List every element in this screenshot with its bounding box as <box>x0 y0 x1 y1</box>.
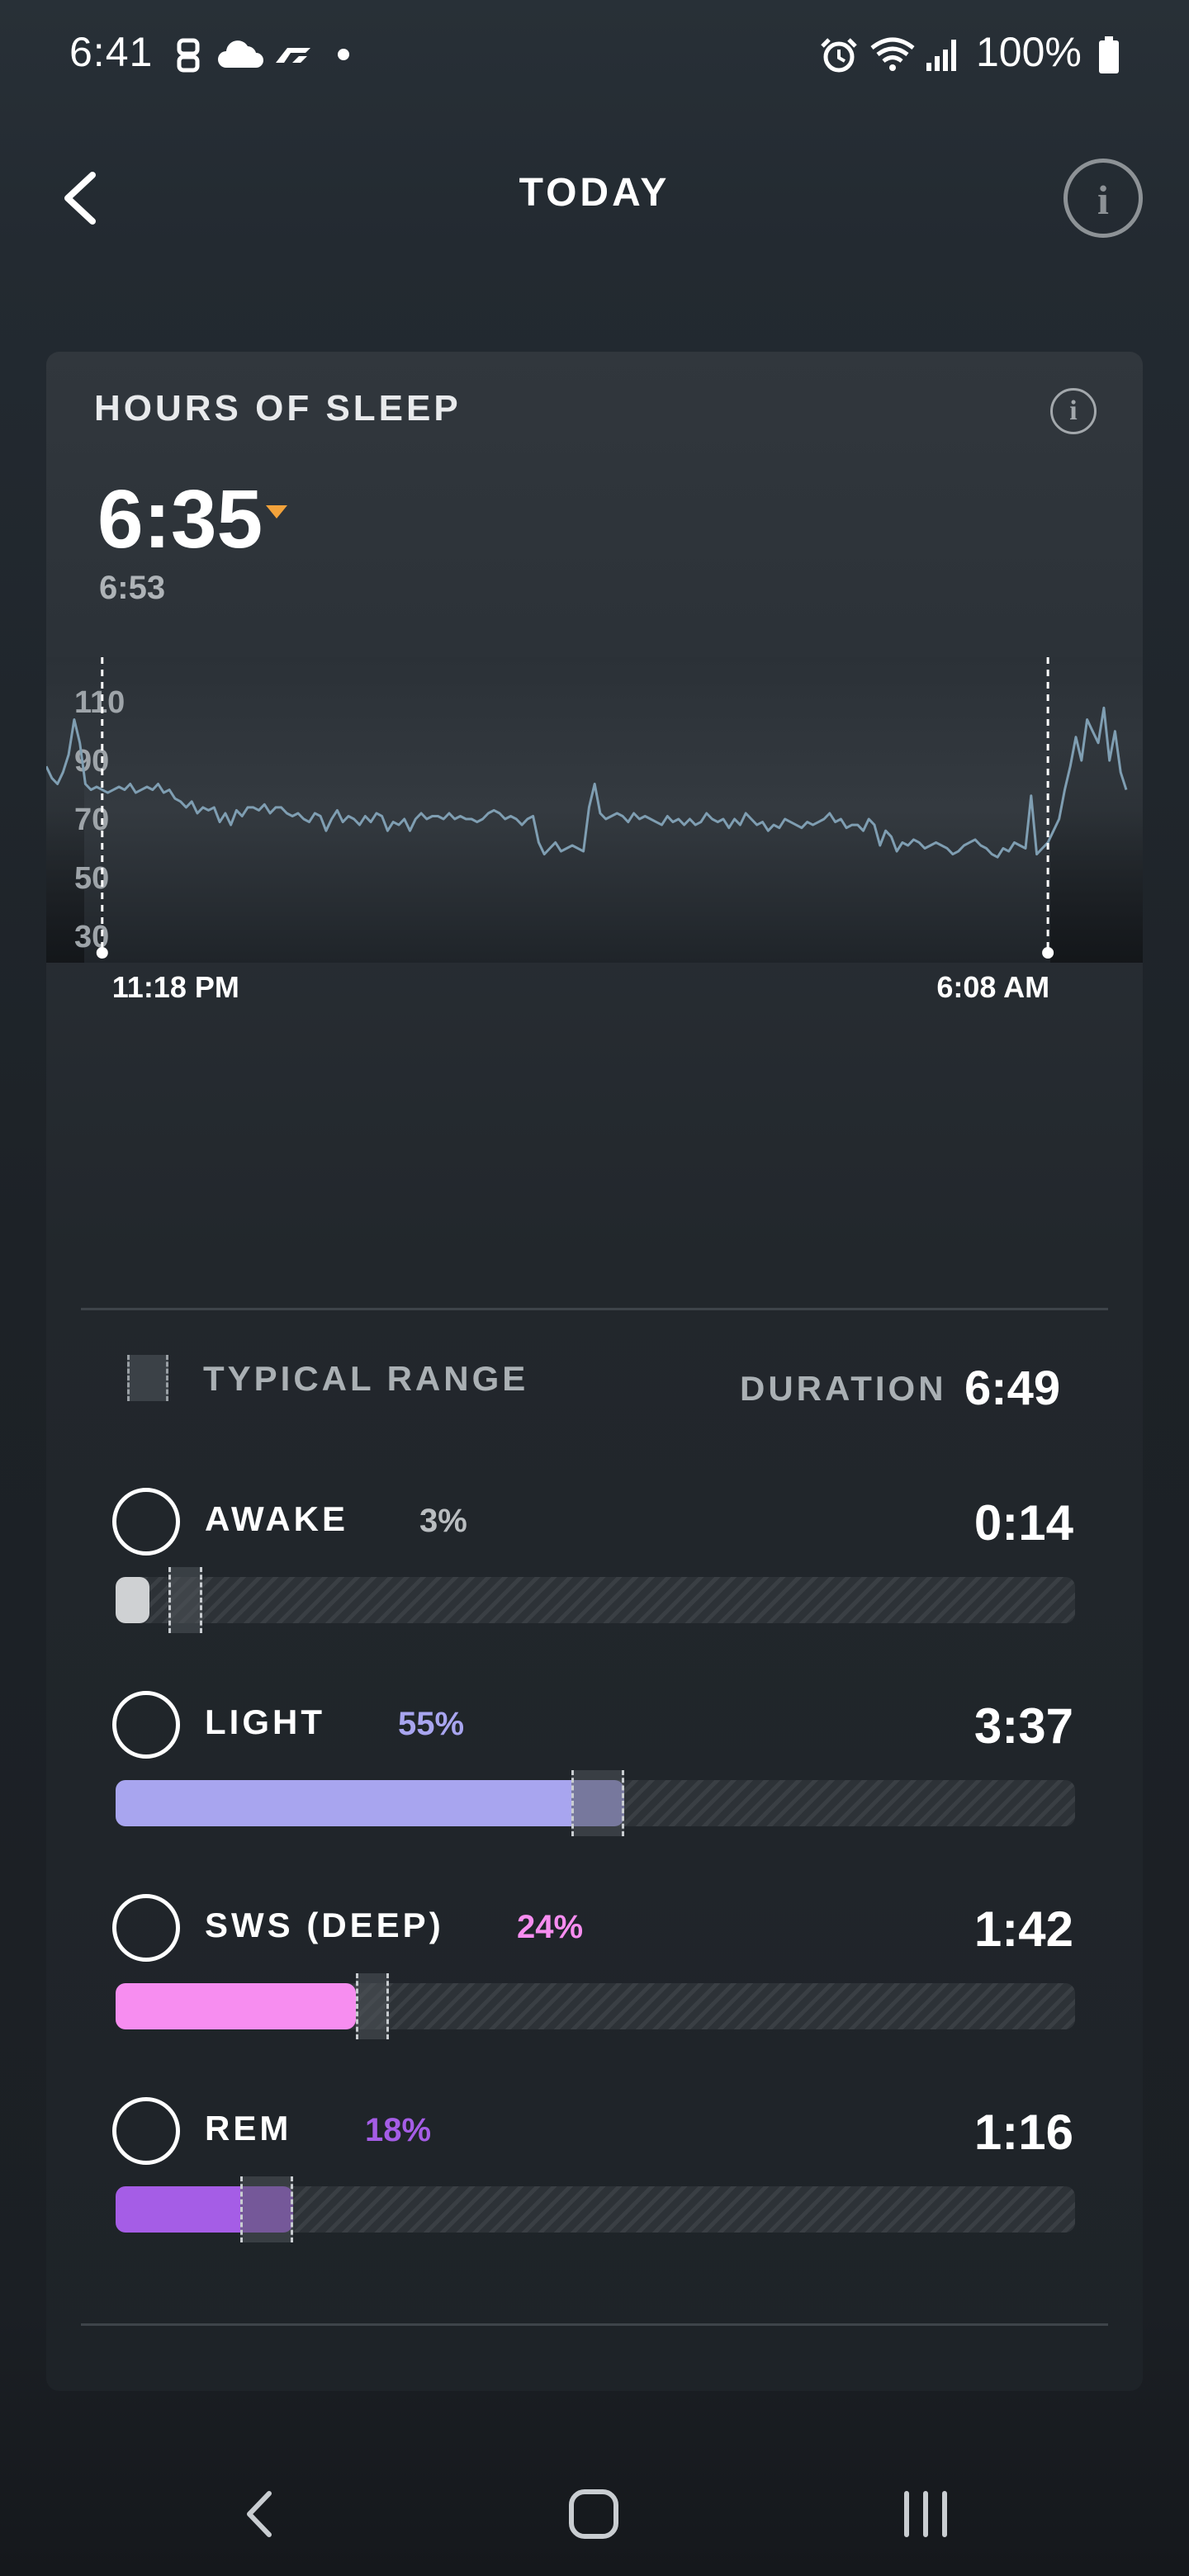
stage-bar-track <box>116 1770 1075 1836</box>
stage-name: AWAKE <box>205 1499 349 1538</box>
stage-row-awake: AWAKE 3% 0:14 <box>46 1488 1143 1653</box>
card-info-button[interactable]: i <box>1050 388 1097 434</box>
y-tick-label: 50 <box>74 861 109 896</box>
previous-sleep-value: 6:53 <box>99 570 166 606</box>
duration-value: 6:49 <box>964 1361 1061 1415</box>
stage-row-light: LIGHT 55% 3:37 <box>46 1691 1143 1856</box>
stage-radio[interactable] <box>112 1691 180 1759</box>
x-label-end: 6:08 AM <box>936 970 1049 1004</box>
duration-label: DURATION <box>740 1369 947 1408</box>
typical-range-swatch <box>127 1355 168 1401</box>
typical-range-marker <box>168 1567 202 1633</box>
sleep-hours-value: 6:35 <box>97 473 263 566</box>
stage-name: LIGHT <box>205 1702 325 1741</box>
nav-recents-icon <box>904 2491 947 2537</box>
page-title: TODAY <box>519 171 670 215</box>
stage-bar-track <box>116 1973 1075 2039</box>
stage-percent: 3% <box>419 1503 467 1539</box>
typical-range-marker <box>240 2176 293 2242</box>
chart-svg: 11090705030 11:18 PM 6:08 AM <box>46 657 1143 1004</box>
wifi-icon <box>870 37 915 71</box>
stage-radio[interactable] <box>112 1488 180 1556</box>
y-tick-label: 110 <box>74 685 125 720</box>
marker-dot <box>1042 947 1054 959</box>
heart-rate-chart: 110 90 70 50 30 11:18 PM 6:08 AM <box>46 657 1143 1012</box>
stage-name: REM <box>205 2109 292 2147</box>
nav-back-button[interactable] <box>225 2477 299 2551</box>
dot-icon <box>338 49 349 60</box>
y-tick-label: 70 <box>74 803 109 837</box>
typical-range-label: TYPICAL RANGE <box>203 1359 529 1398</box>
stage-row-rem: REM 18% 1:16 <box>46 2097 1143 2262</box>
header: TODAY i <box>0 140 1189 248</box>
info-icon: i <box>1069 395 1078 426</box>
nav-back-icon <box>247 2491 272 2537</box>
typical-range-marker <box>571 1770 624 1836</box>
stage-percent: 18% <box>365 2112 432 2148</box>
battery-icon <box>1099 36 1119 73</box>
stage-duration: 3:37 <box>973 1698 1073 1754</box>
stage-bar-fill <box>116 1780 624 1826</box>
info-icon: i <box>1097 177 1109 223</box>
stage-bar-fill <box>116 1983 356 2029</box>
sleep-card: HOURS OF SLEEP i 6:35 6:53 110 90 70 50 30 <box>46 352 1143 2391</box>
stage-duration: 0:14 <box>973 1495 1073 1551</box>
status-bar: 6:41 100% <box>0 0 1189 107</box>
alarm-icon <box>821 38 857 73</box>
x-label-start: 11:18 PM <box>112 970 239 1004</box>
cloud-icon <box>218 40 263 68</box>
nav-recents-button[interactable] <box>888 2477 963 2551</box>
sim-icon <box>177 38 200 73</box>
stage-percent: 55% <box>398 1706 465 1742</box>
navigation-bar <box>0 2444 1189 2576</box>
nav-home-icon <box>569 2489 618 2539</box>
stage-duration: 1:42 <box>973 1901 1073 1957</box>
stage-duration: 1:16 <box>973 2105 1073 2160</box>
battery-percent: 100% <box>976 29 1082 75</box>
stage-radio[interactable] <box>112 1894 180 1962</box>
info-button[interactable]: i <box>1063 159 1143 238</box>
card-title: HOURS OF SLEEP <box>94 388 462 429</box>
f1-icon <box>276 48 310 63</box>
typical-range-marker <box>355 1973 390 2039</box>
stage-row-sws-deep: SWS (DEEP) 24% 1:42 <box>46 1894 1143 2059</box>
signal-icon <box>926 40 956 71</box>
trend-down-icon <box>266 505 287 519</box>
stage-bar-fill <box>116 1577 149 1623</box>
stage-bar-track <box>116 2176 1075 2242</box>
divider <box>81 1308 1108 1310</box>
stage-radio[interactable] <box>112 2097 180 2165</box>
stage-name: SWS (DEEP) <box>205 1906 444 1944</box>
stage-bar-track <box>116 1567 1075 1633</box>
divider <box>81 2323 1108 2326</box>
marker-dot <box>96 947 108 959</box>
status-time: 6:41 <box>69 29 154 75</box>
stage-percent: 24% <box>517 1909 584 1945</box>
nav-home-button[interactable] <box>557 2477 631 2551</box>
